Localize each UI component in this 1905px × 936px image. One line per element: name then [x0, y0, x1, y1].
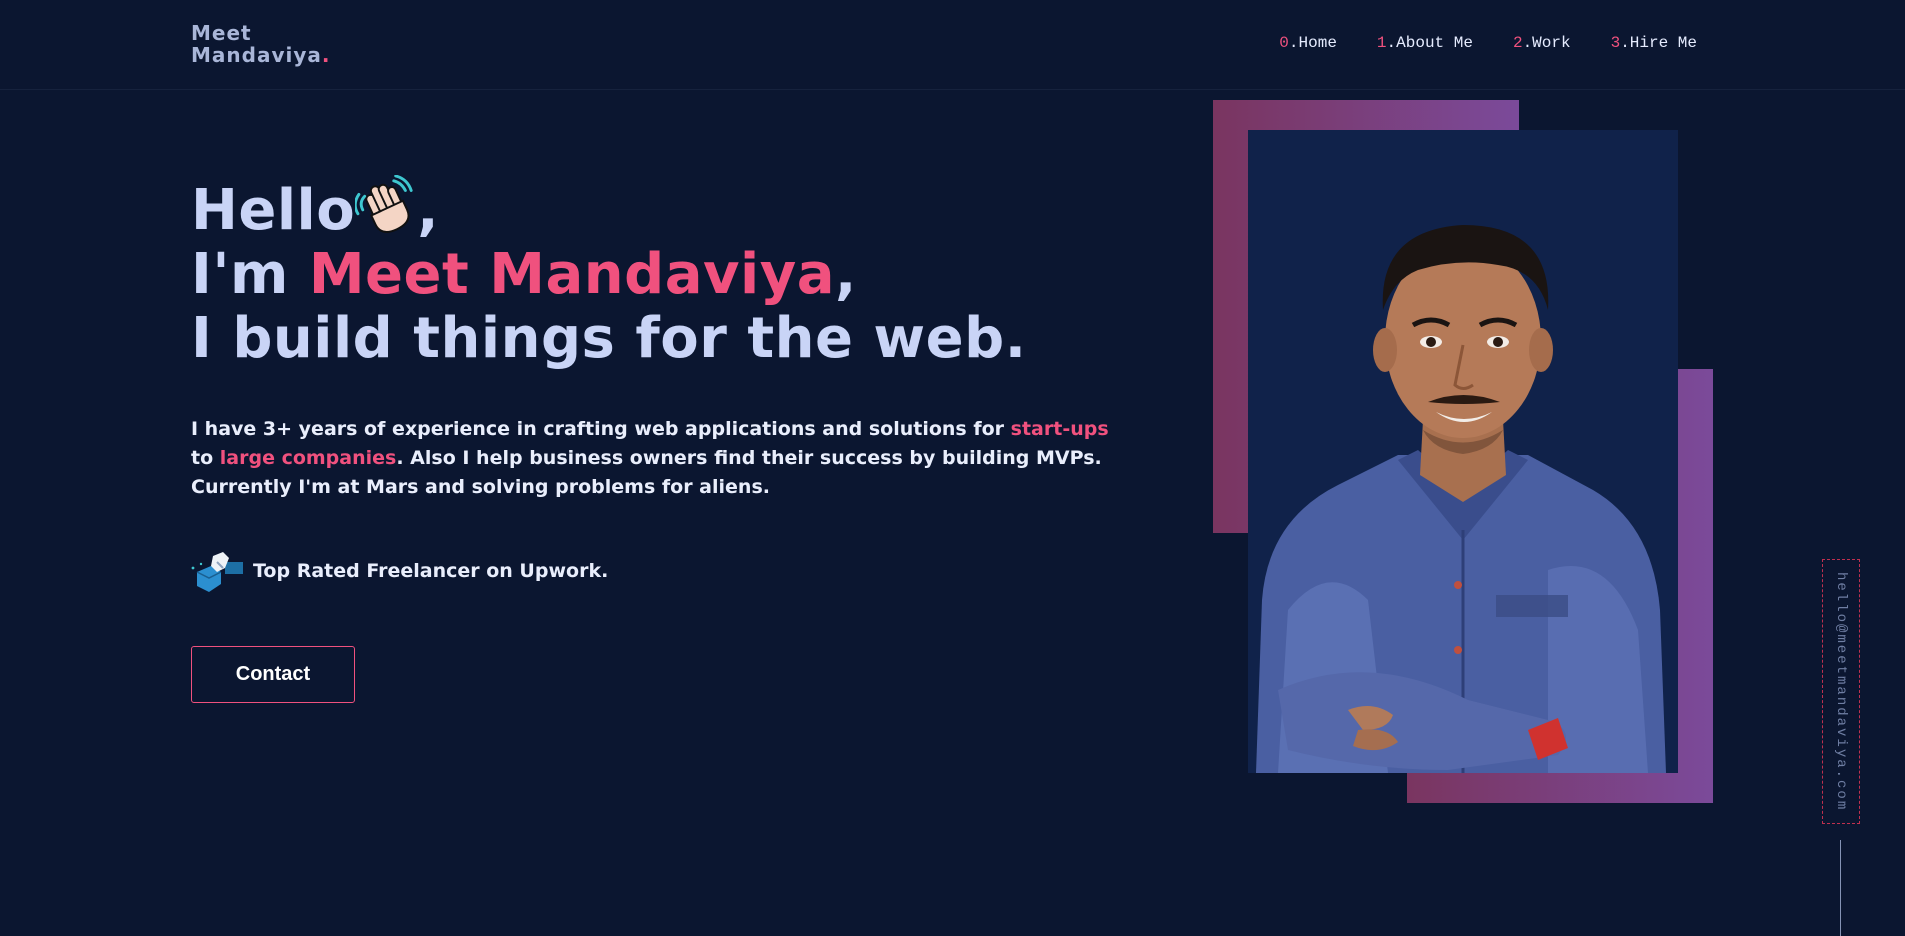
upwork-badge: Top Rated Freelancer on Upwork.	[191, 550, 608, 592]
nav-item-label: .Home	[1288, 34, 1337, 52]
headline-name: Meet Mandaviya	[308, 242, 836, 307]
intro-highlight-companies: large companies	[219, 447, 397, 469]
headline-comma: ,	[417, 178, 439, 243]
waving-hand-icon	[355, 175, 413, 233]
main-nav: 0.Home 1.About Me 2.Work 3.Hire Me	[1239, 34, 1697, 52]
nav-item-number: 2	[1512, 34, 1523, 52]
site-header: Meet Mandaviya. 0.Home 1.About Me 2.Work…	[0, 0, 1905, 90]
email-divider-line	[1840, 840, 1841, 936]
logo-line-2: Mandaviya	[191, 43, 322, 67]
headline-comma-2: ,	[835, 242, 857, 307]
logo-dot: .	[321, 43, 331, 67]
upwork-handshake-icon	[191, 552, 243, 592]
upwork-badge-text: Top Rated Freelancer on Upwork.	[253, 560, 609, 582]
nav-item-label: .Work	[1522, 34, 1571, 52]
nav-item-about[interactable]: 1.About Me	[1377, 34, 1473, 52]
nav-item-number: 3	[1610, 34, 1621, 52]
email-link[interactable]: hello@meetmandaviya.com	[1833, 572, 1849, 811]
nav-item-label: .About Me	[1386, 34, 1473, 52]
intro-text-1: I have 3+ years of experience in craftin…	[191, 418, 1011, 440]
headline-im: I'm	[191, 242, 309, 307]
logo-line-1: Meet	[191, 21, 252, 45]
portrait-illustration	[1248, 130, 1678, 773]
intro-highlight-startups: start-ups	[1010, 418, 1109, 440]
intro-text-2: to	[191, 447, 220, 469]
hero-headline: Hello , I'm Meet Mandaviya, I build thin…	[191, 175, 1141, 371]
nav-item-home[interactable]: 0.Home	[1279, 34, 1337, 52]
hero-section: Hello , I'm Meet Mandaviya, I build thin…	[191, 175, 1141, 703]
intro-paragraph: I have 3+ years of experience in craftin…	[191, 415, 1131, 502]
nav-item-hire[interactable]: 3.Hire Me	[1611, 34, 1697, 52]
nav-item-work[interactable]: 2.Work	[1513, 34, 1571, 52]
nav-item-number: 1	[1376, 34, 1387, 52]
nav-item-number: 0	[1279, 34, 1289, 52]
profile-photo	[1248, 130, 1678, 773]
nav-item-label: .Hire Me	[1620, 34, 1697, 52]
contact-button[interactable]: Contact	[191, 646, 355, 703]
email-sidebar[interactable]: hello@meetmandaviya.com	[1822, 559, 1860, 824]
headline-hello: Hello	[191, 178, 356, 243]
site-logo[interactable]: Meet Mandaviya.	[191, 22, 330, 66]
headline-tagline: I build things for the web.	[191, 306, 1027, 371]
